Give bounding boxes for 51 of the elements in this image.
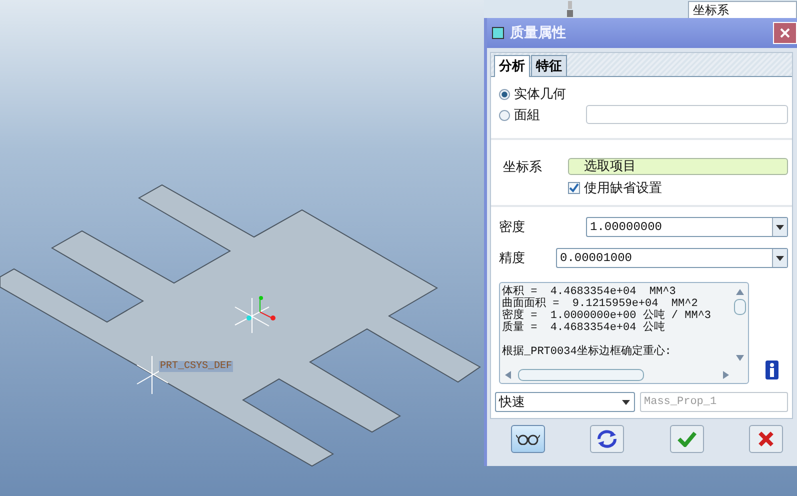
coordinate-label: 坐标系: [503, 159, 542, 177]
down-arrow-icon[interactable]: [736, 355, 744, 361]
preview-button[interactable]: [511, 425, 545, 453]
x-icon: [758, 431, 774, 447]
radio-option[interactable]: 面組: [499, 106, 566, 124]
radio-label: 面組: [514, 107, 540, 124]
caret-icon: [622, 400, 630, 404]
coordinate-field[interactable]: 坐标系: [688, 1, 797, 19]
cube-icon: [492, 27, 504, 39]
result-line: 密度 = 1.0000000e+00 公吨 / MM^3: [502, 310, 712, 322]
result-line: 曲面面积 = 9.1215959e+04 MM^2: [502, 298, 698, 310]
probe-icon: [565, 0, 575, 18]
precision-dropdown[interactable]: 0.00001000: [556, 248, 788, 268]
right-arrow-icon[interactable]: [723, 371, 729, 379]
mode-dropdown[interactable]: 快速: [495, 392, 635, 412]
name-input-field[interactable]: Mass_Prop_1: [640, 392, 788, 412]
select-items-field[interactable]: 选取项目: [568, 158, 788, 175]
regenerate-button[interactable]: [590, 425, 624, 453]
radio-icon[interactable]: [499, 110, 510, 120]
caret-icon: [776, 256, 784, 260]
up-arrow-icon[interactable]: [736, 289, 744, 295]
close-button[interactable]: [773, 22, 797, 44]
info-icon[interactable]: [765, 360, 779, 380]
scroll-thumb[interactable]: [518, 369, 644, 381]
density-label: 密度: [499, 219, 525, 236]
checkbox-label: 使用缺省设置: [584, 180, 662, 197]
checkmark-icon: [676, 431, 697, 447]
left-arrow-icon[interactable]: [505, 371, 511, 379]
checkbox[interactable]: [568, 182, 580, 194]
scroll-thumb[interactable]: [734, 299, 746, 315]
close-icon: [780, 28, 790, 38]
radio-option[interactable]: 实体几何: [499, 85, 566, 103]
glasses-icon: [516, 433, 540, 445]
precision-label: 精度: [499, 250, 525, 267]
csys-label: PRT_CSYS_DEF: [159, 361, 234, 372]
density-dropdown[interactable]: 1.00000000: [586, 217, 788, 237]
result-line: 体积 = 4.4683354e+04 MM^3: [502, 286, 676, 298]
dialog-title: 质量属性: [510, 24, 567, 42]
ok-button[interactable]: [670, 425, 704, 453]
quilt-input-field[interactable]: [586, 105, 788, 124]
cancel-button[interactable]: [748, 425, 783, 453]
tab[interactable]: 分析: [494, 55, 530, 77]
radio-label: 实体几何: [514, 86, 566, 103]
caret-icon: [776, 224, 784, 230]
tab[interactable]: 特征: [531, 55, 567, 76]
results-text-area[interactable]: 体积 = 4.4683354e+04 MM^3 曲面面积 = 9.1215959e+04 MM^2 密度 = 1.0000000e+00 公吨 / MM^3 质量 = 4.4683354e+04 公吨 根据_PRT0034坐标边框确定重心:: [499, 282, 749, 384]
circular-arrows-icon: [596, 430, 618, 448]
result-line: 根据_PRT0034坐标边框确定重心:: [502, 346, 672, 358]
radio-icon[interactable]: [499, 88, 510, 100]
result-line: 质量 = 4.4683354e+04 公吨: [502, 322, 665, 334]
csys-icon: [234, 296, 276, 334]
